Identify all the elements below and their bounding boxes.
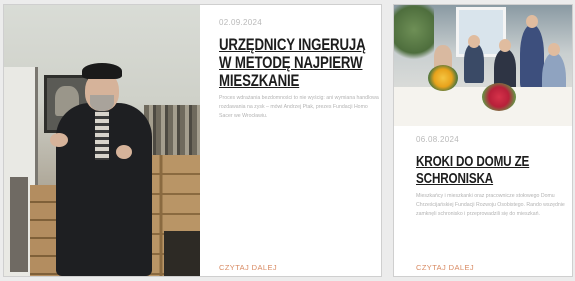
floor-shadow [164,231,200,276]
guest-face [548,43,560,56]
article-image-1[interactable] [4,5,200,276]
person-beard [90,95,114,111]
guest-face [468,35,480,48]
plant [394,5,434,67]
guest [464,43,484,83]
article-card-2[interactable]: 06.08.2024 KROKI DO DOMU ZE SCHRONISKA M… [393,4,573,277]
flowers-yellow [428,65,458,91]
person-hat [82,63,122,79]
article-image-2[interactable] [394,5,572,126]
person-hand-left [50,133,68,147]
read-more-link[interactable]: CZYTAJ DALEJ [416,263,474,272]
person-scarf [95,105,109,160]
article-excerpt: Proces wdrażania bezdomności to nie wyśc… [219,95,379,119]
bookshelf [144,105,200,155]
guest-face [526,15,538,28]
article-card-1[interactable]: 02.09.2024 URZĘDNICY INGERUJĄ W METODĘ N… [3,4,382,277]
flowers-red [482,83,516,111]
article-date: 02.09.2024 [219,18,263,27]
person-hand-right [116,145,132,159]
article-title-link[interactable]: KROKI DO DOMU ZE SCHRONISKA [416,153,575,187]
read-more-link[interactable]: CZYTAJ DALEJ [219,263,277,272]
guest [520,25,544,89]
article-title-link[interactable]: URZĘDNICY INGERUJĄ W METODĘ NAJPIERW MIE… [219,36,375,90]
guest-face [499,39,511,52]
article-excerpt: Mieszkańcy i mieszkanki oraz pracownicze… [416,193,565,217]
article-date: 06.08.2024 [416,135,460,144]
